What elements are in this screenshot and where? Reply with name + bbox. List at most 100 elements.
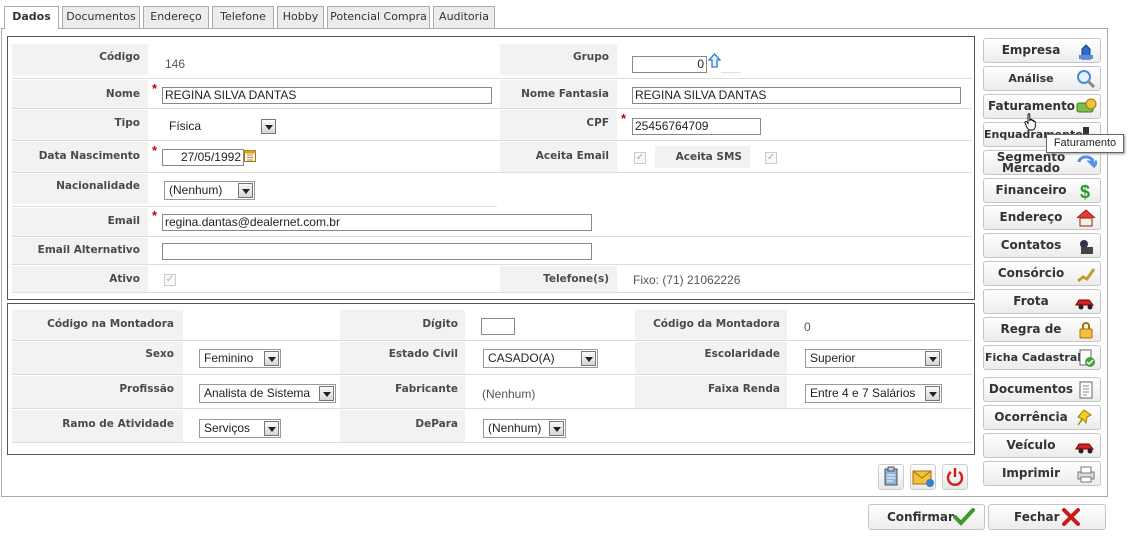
side-button-empresa[interactable]: Empresa xyxy=(983,38,1101,63)
nome-fantasia-input[interactable]: REGINA SILVA DANTAS xyxy=(632,87,961,104)
side-button-faturamento[interactable]: Faturamento xyxy=(983,94,1101,119)
nome-fantasia-label: Nome Fantasia xyxy=(521,88,609,100)
tab-telefone[interactable]: Telefone xyxy=(212,6,274,28)
dropdown-arrow-icon[interactable] xyxy=(549,421,564,436)
nome-input[interactable]: REGINA SILVA DANTAS xyxy=(162,87,492,104)
car-icon xyxy=(1075,436,1097,455)
side-button-regra-de-uso[interactable]: Regra de Uso xyxy=(983,317,1101,359)
faixa-renda-select[interactable]: Entre 4 e 7 Salários xyxy=(805,384,942,403)
side-button-ocorrencia[interactable]: Ocorrência xyxy=(983,405,1101,430)
required-marker: * xyxy=(621,111,627,126)
side-button-label: Veículo xyxy=(1006,438,1056,452)
tab-potencial-compra[interactable]: Potencial Compra xyxy=(327,6,430,28)
dropdown-arrow-icon[interactable] xyxy=(261,119,276,134)
ativo-label: Ativo xyxy=(109,273,140,285)
side-button-veiculo[interactable]: Veículo xyxy=(983,433,1101,458)
tipo-select[interactable]: Física xyxy=(164,117,278,136)
digito-input[interactable] xyxy=(481,318,515,335)
digito-label: Dígito xyxy=(422,318,458,330)
telefones-label: Telefone(s) xyxy=(543,273,609,285)
profissao-label: Profissão xyxy=(119,383,174,395)
sexo-select[interactable]: Feminino xyxy=(199,349,281,368)
calendar-icon[interactable] xyxy=(244,148,256,162)
codigo-label: Código xyxy=(99,51,140,63)
data-nascimento-input[interactable]: 27/05/1992 xyxy=(162,149,244,166)
ramo-atividade-label: Ramo de Atividade xyxy=(62,418,174,430)
depara-select[interactable]: (Nenhum) xyxy=(483,419,566,438)
chart-icon xyxy=(1075,264,1097,283)
side-button-endereco[interactable]: Endereço xyxy=(983,205,1101,230)
mail-icon[interactable] xyxy=(910,464,936,490)
ramo-atividade-select[interactable]: Serviços xyxy=(199,419,281,438)
side-button-imprimir[interactable]: Imprimir xyxy=(983,461,1101,486)
nacionalidade-label: Nacionalidade xyxy=(56,180,140,192)
side-button-consorcio[interactable]: Consórcio xyxy=(983,261,1101,286)
power-icon[interactable] xyxy=(942,464,968,490)
confirm-label: Confirmar xyxy=(887,510,954,524)
building-icon xyxy=(1075,41,1097,60)
printer-icon xyxy=(1075,464,1097,483)
nome-label: Nome xyxy=(105,88,140,100)
document-check-icon xyxy=(1075,348,1097,367)
cpf-label: CPF xyxy=(586,117,609,129)
tab-endereco[interactable]: Endereço xyxy=(143,6,209,28)
side-button-documentos[interactable]: Documentos xyxy=(983,377,1101,402)
side-button-frota[interactable]: Frota xyxy=(983,289,1101,314)
dropdown-arrow-icon[interactable] xyxy=(319,386,334,401)
pushpin-icon xyxy=(1075,408,1097,427)
aceita-email-label: Aceita Email xyxy=(535,150,609,162)
side-button-label: Empresa xyxy=(1001,43,1061,57)
tab-dados[interactable]: Dados xyxy=(4,6,59,29)
side-button-financeiro[interactable]: Financeiro $ xyxy=(983,178,1101,203)
ativo-checkbox[interactable]: ✓ xyxy=(164,274,176,286)
required-marker: * xyxy=(152,143,158,158)
arrows-icon xyxy=(1075,153,1100,172)
dropdown-arrow-icon[interactable] xyxy=(925,386,940,401)
codigo-da-montadora-value: 0 xyxy=(804,320,811,334)
tab-hobby[interactable]: Hobby xyxy=(277,6,324,28)
email-input[interactable]: regina.dantas@dealernet.com.br xyxy=(162,214,592,231)
estado-civil-label: Estado Civil xyxy=(388,348,458,360)
estado-civil-select[interactable]: CASADO(A) xyxy=(483,349,598,368)
escolaridade-select[interactable]: Superior xyxy=(805,349,942,368)
depara-label: DePara xyxy=(415,418,458,430)
side-button-analise-credito[interactable]: Análise Crédito xyxy=(983,66,1101,108)
aceita-sms-label: Aceita SMS xyxy=(675,151,742,163)
dropdown-arrow-icon[interactable] xyxy=(925,351,940,366)
email-alternativo-input[interactable] xyxy=(162,243,592,260)
lock-icon xyxy=(1075,320,1097,339)
money-icon xyxy=(1075,97,1097,116)
aceita-email-checkbox[interactable]: ✓ xyxy=(634,152,646,164)
phone-icon xyxy=(1075,236,1097,255)
grupo-input[interactable]: 0 xyxy=(632,56,707,73)
dropdown-arrow-icon[interactable] xyxy=(264,421,279,436)
faixa-renda-label: Faixa Renda xyxy=(707,383,780,395)
tab-documentos[interactable]: Documentos xyxy=(62,6,140,28)
aceita-sms-checkbox[interactable]: ✓ xyxy=(765,152,777,164)
escolaridade-label: Escolaridade xyxy=(704,348,780,360)
dropdown-arrow-icon[interactable] xyxy=(264,351,279,366)
nacionalidade-select[interactable]: (Nenhum) xyxy=(164,181,255,200)
dropdown-arrow-icon[interactable] xyxy=(238,183,253,198)
required-marker: * xyxy=(152,208,158,223)
close-label: Fechar xyxy=(1014,510,1060,524)
confirm-button[interactable]: Confirmar xyxy=(868,504,985,530)
side-button-label: Segmento Mercado xyxy=(996,150,1066,175)
side-button-contatos[interactable]: Contatos xyxy=(983,233,1101,258)
profissao-select[interactable]: Analista de Sistema xyxy=(199,384,336,403)
fabricante-value: (Nenhum) xyxy=(482,387,536,401)
tab-auditoria[interactable]: Auditoria xyxy=(433,6,495,28)
close-button[interactable]: Fechar xyxy=(988,504,1106,530)
side-button-label: Faturamento xyxy=(988,99,1076,113)
telefones-value: Fixo: (71) 21062226 xyxy=(633,273,741,287)
side-button-label: Consórcio xyxy=(997,266,1065,280)
dropdown-arrow-icon[interactable] xyxy=(581,351,596,366)
grupo-lookup-icon[interactable] xyxy=(707,53,722,68)
magnifier-icon xyxy=(1075,69,1097,89)
clipboard-icon[interactable] xyxy=(878,464,904,490)
personal-data-section xyxy=(7,36,975,300)
side-button-segmento-mercado[interactable]: Segmento Mercado xyxy=(983,150,1101,175)
cpf-input[interactable]: 25456764709 xyxy=(632,118,761,135)
side-button-ficha-cadastral[interactable]: Ficha Cadastral xyxy=(983,345,1101,370)
tipo-label: Tipo xyxy=(114,117,141,129)
